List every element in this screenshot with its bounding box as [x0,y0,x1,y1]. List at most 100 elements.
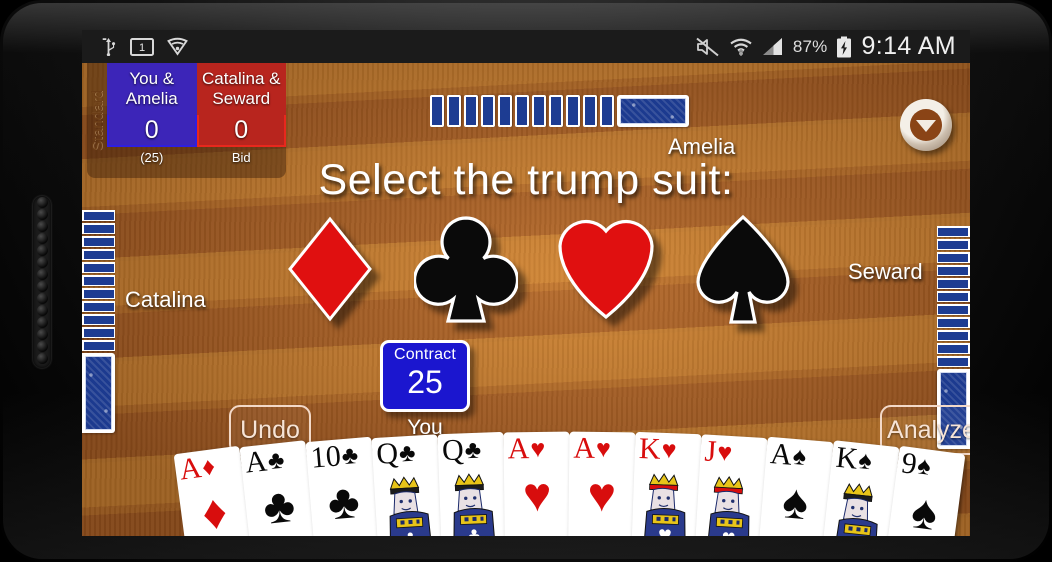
card-back-art [568,97,578,125]
card-center-pip: ♠ [780,475,811,531]
svg-text:♣: ♣ [403,528,418,536]
card-back-art [84,264,114,272]
hand-card[interactable]: A ♠ ♠ [757,436,834,536]
card-back-art [432,97,442,125]
bid-label: Bid [231,150,251,165]
screenshot-count-icon: 1 [130,37,154,56]
grille-hole [36,233,48,244]
card-back [82,210,115,221]
card-corner: K ♠ [834,441,873,478]
battery-percent-label: 87% [792,36,828,56]
player-label-catalina: Catalina [125,287,206,312]
suit-heart-button[interactable] [554,215,658,323]
suit-club-button[interactable] [414,213,518,325]
card-back [937,239,970,250]
card-back-art [938,358,968,366]
card-back [937,252,970,263]
card-rank: Q [441,433,465,468]
player-label-amelia: Amelia [668,134,736,159]
team-us-name: You & Amelia [107,63,197,115]
player-label-seward: Seward [848,259,923,284]
card-back-art [483,97,493,125]
card-back-art [938,280,968,288]
card-back [937,356,970,367]
card-back-art [585,97,595,125]
court-figure: ♠ [826,477,890,536]
card-rank: A [573,431,596,466]
card-suit-pip: ♠ [791,442,808,471]
card-corner: A ♣ [243,444,286,481]
card-suit-pip: ♣ [398,438,417,467]
grille-hole [36,293,48,304]
hand-card[interactable]: 10 ♣ ♣ [305,436,382,536]
card-corner: A ♥ [573,431,611,466]
card-back-art [938,293,968,301]
battery-charging-icon [837,36,852,57]
score-them: 0 [196,115,286,147]
card-suit-pip: ♣ [266,446,286,476]
card-center-pip: ♥ [522,468,552,523]
card-corner: Q ♣ [375,436,416,470]
card-center-pip: ♣ [260,479,298,536]
card-corner: A ♠ [769,437,808,473]
team-them-name: Catalina & Seward [196,63,286,115]
card-back [600,95,614,127]
card-center-pip: ♣ [325,474,362,531]
svg-text:♣: ♣ [467,526,482,536]
card-back [549,95,563,127]
android-status-bar: 1 87% 9:14 AM [82,30,970,63]
card-back [937,291,970,302]
card-back-top [617,95,689,127]
suit-diamond-button[interactable] [282,213,378,325]
hand-card[interactable]: Q ♣ ♣ [437,432,508,536]
scoreboard[interactable]: Standard You & Amelia Catalina & Seward … [87,63,286,178]
hand-card[interactable]: K ♥ ♥ [631,432,702,536]
card-suit-pip: ♥ [661,436,677,465]
team-names-row: You & Amelia Catalina & Seward [107,63,286,115]
card-back-art [85,356,112,430]
card-back [937,278,970,289]
card-back-art [938,306,968,314]
team-us-line2: Amelia [125,88,178,108]
game-variant-text: Standard [88,90,106,151]
card-rank: A [243,444,269,481]
card-back [566,95,580,127]
card-back-art [938,241,968,249]
card-back-art [534,97,544,125]
expand-menu-button[interactable] [900,99,952,151]
team-them-line1: Catalina & [202,68,281,88]
team-us-line1: You & [129,68,175,88]
card-rank: A [177,451,204,487]
grille-hole [36,269,48,280]
svg-text:♥: ♥ [657,526,672,536]
score-grid: You & Amelia Catalina & Seward 0 0 (25) … [107,63,286,178]
hand-card[interactable]: Q ♣ ♣ [371,433,445,536]
scores-row: 0 0 [107,115,286,147]
phone-device: 1 87% 9:14 AM Standard You & Amelia Cata… [0,0,1052,562]
card-rank: J [703,434,718,468]
card-corner: A ♦ [177,450,217,487]
chevron-down-icon [916,120,936,132]
hand-card[interactable]: A ♥ ♥ [503,431,571,536]
card-back-art [84,290,114,298]
card-back [82,236,115,247]
contract-badge[interactable]: Contract 25 [380,340,470,412]
court-figure: ♥ [637,468,695,536]
card-back [82,327,115,338]
contract-label: Contract [393,346,457,363]
grille-hole [36,317,48,328]
mute-icon [696,37,719,56]
card-corner: A ♥ [507,432,546,465]
hand-card[interactable]: A ♥ ♥ [568,431,636,536]
card-back-art [84,251,114,259]
svg-text:1: 1 [139,42,145,54]
card-back-art [84,316,114,324]
suit-spade-button[interactable] [694,212,792,326]
hand-card[interactable]: K ♠ ♠ [820,440,900,536]
card-corner: 9 ♠ [900,446,933,483]
card-suit-pip: ♥ [530,435,546,463]
grille-hole [36,353,48,364]
phone-screen: 1 87% 9:14 AM Standard You & Amelia Cata… [82,30,970,536]
usb-icon [102,38,116,56]
hand-card[interactable]: J ♥ ♥ [694,433,768,536]
